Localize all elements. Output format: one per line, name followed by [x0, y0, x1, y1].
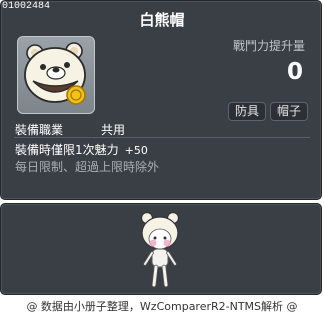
equip-bonus-text: 裝備時僅限1次魅力 [15, 143, 119, 157]
item-name: 白熊帽 [139, 11, 185, 29]
character-avatar-icon [140, 211, 180, 288]
required-job-value: 共用 [101, 123, 126, 137]
power-increase-label: 戰鬥力提升量 [232, 39, 305, 53]
item-icon-frame [17, 36, 95, 114]
daily-limit-note: 每日限制、超過上限時除外 [15, 160, 160, 174]
footer-credit: @ 数据由小册子整理，WzComparerR2-NTMS解析 @ [26, 300, 298, 313]
equip-bonus-stat: +50 [124, 144, 148, 157]
power-increase-value: 0 [286, 59, 303, 85]
required-job-label: 裝備職業 [15, 123, 64, 137]
avatar-preview-panel [0, 203, 322, 295]
category-tag-hat: 帽子 [270, 102, 309, 121]
equip-bonus-line: 裝備時僅限1次魅力 +50 [15, 141, 148, 158]
section-divider [14, 137, 310, 138]
white-bear-hat-icon [24, 42, 86, 105]
category-tag-armor: 防具 [228, 102, 267, 121]
item-tooltip-panel: 01002484 白熊帽 戰鬥力提升量 0 防具 帽子 裝備職業 共用 裝備時僅… [0, 0, 322, 200]
